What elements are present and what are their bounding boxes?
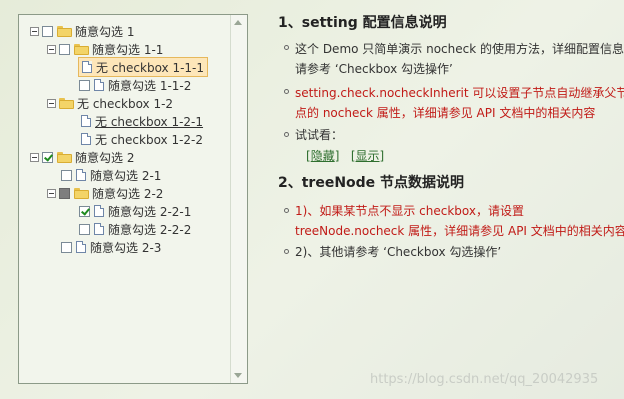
checkbox[interactable] [59,43,70,55]
node-label[interactable]: 随意勾选 2-2-1 [108,203,191,220]
section2-item1-line2: treeNode.nocheck 属性，详细请参见 API 文档中的相关内容 [295,224,624,238]
checkbox[interactable] [79,223,90,235]
ztree-panel: 随意勾选 1 随意勾选 1-1 无 checkbox 1-1-1 随意勾选 1-… [18,14,248,384]
bullet-icon [284,45,289,50]
scroll-up-icon[interactable] [234,20,242,25]
node-label[interactable]: 随意勾选 2-2-2 [108,221,191,238]
checkbox[interactable] [42,25,53,37]
collapse-switch-icon[interactable] [47,44,56,54]
node-label[interactable]: 无 checkbox 1-2-1 [95,113,203,130]
collapse-switch-icon[interactable] [47,188,56,198]
folder-icon [57,151,72,163]
bracket-close: ] [379,149,385,163]
collapse-switch-icon[interactable] [47,98,56,108]
node-label[interactable]: 随意勾选 2-3 [90,239,161,256]
node-label[interactable]: 随意勾选 1-1-2 [108,77,191,94]
node-label[interactable]: 随意勾选 2 [75,149,134,166]
section1-title: 1、setting 配置信息说明 [278,15,447,31]
tree-node-2-1[interactable]: 随意勾选 2-1 [61,166,161,184]
checkbox[interactable] [61,169,72,181]
scroll-down-icon[interactable] [234,373,242,378]
node-label[interactable]: 随意勾选 1-1 [92,41,163,58]
node-label[interactable]: 随意勾选 2-1 [90,167,161,184]
hide-link[interactable]: 隐藏 [311,149,335,163]
checkbox-partial[interactable] [59,187,70,199]
tree-node-1-2-2[interactable]: 无 checkbox 1-2-2 [81,130,203,148]
document-icon [94,205,104,217]
tree-node-2-2[interactable]: 随意勾选 2-2 [47,184,163,202]
folder-icon [57,25,72,37]
tree-node-1-1[interactable]: 随意勾选 1-1 [47,40,163,58]
tree-node-2-2-2[interactable]: 随意勾选 2-2-2 [79,220,191,238]
document-icon [94,79,104,91]
document-icon [82,61,92,73]
document-icon [76,169,86,181]
tree-node-1[interactable]: 随意勾选 1 [30,22,134,40]
watermark: https://blog.csdn.net/qq_20042935 [370,372,599,387]
node-label[interactable]: 无 checkbox 1-2 [77,95,173,112]
section1-item2-line1: setting.check.nocheckInherit 可以设置子节点自动继承… [295,86,624,100]
tree-scrollbar[interactable] [230,15,247,383]
section1-item1-line2: 请参考 ‘Checkbox 勾选操作’ [295,62,453,76]
tree-node-2-3[interactable]: 随意勾选 2-3 [61,238,161,256]
node-label[interactable]: 随意勾选 2-2 [92,185,163,202]
tree-node-2[interactable]: 随意勾选 2 [30,148,134,166]
section1-item1-line1: 这个 Demo 只简单演示 nocheck 的使用方法，详细配置信息 [295,42,624,56]
section2-item2-line1: 2)、其他请参考 ‘Checkbox 勾选操作’ [295,245,502,259]
hide-show-links: [隐藏] [显示] [306,147,384,164]
tree-node-1-1-2[interactable]: 随意勾选 1-1-2 [79,76,191,94]
try-it-label: 试试看： [295,128,344,142]
bullet-icon [284,89,289,94]
document-icon [94,223,104,235]
bullet-icon [284,249,289,254]
tree-node-1-2[interactable]: 无 checkbox 1-2 [47,94,173,112]
collapse-switch-icon[interactable] [30,26,39,36]
checkbox-checked[interactable] [79,205,90,217]
bullet-icon [284,208,289,213]
node-label[interactable]: 无 checkbox 1-2-2 [95,131,203,148]
document-icon [81,115,91,127]
section2-title: 2、treeNode 节点数据说明 [278,175,465,191]
document-icon [76,241,86,253]
collapse-switch-icon[interactable] [30,152,39,162]
node-label[interactable]: 无 checkbox 1-1-1 [96,59,204,76]
folder-icon [59,97,74,109]
tree-node-2-2-1[interactable]: 随意勾选 2-2-1 [79,202,191,220]
document-icon [81,133,91,145]
node-label[interactable]: 随意勾选 1 [75,23,134,40]
checkbox[interactable] [61,241,72,253]
show-link[interactable]: 显示 [356,149,380,163]
bullet-icon [284,132,289,137]
section1-item2-line2: 点的 nocheck 属性，详细请参见 API 文档中的相关内容 [295,106,596,120]
section2-item1-line1: 1)、如果某节点不显示 checkbox，请设置 [295,204,524,218]
tree-node-1-2-1[interactable]: 无 checkbox 1-2-1 [81,112,203,130]
checkbox[interactable] [79,79,90,91]
bracket-close: ] [334,149,340,163]
checkbox-checked[interactable] [42,151,53,163]
tree-node-1-1-1[interactable]: 无 checkbox 1-1-1 [78,57,209,77]
folder-icon [74,187,89,199]
folder-icon [74,43,89,55]
